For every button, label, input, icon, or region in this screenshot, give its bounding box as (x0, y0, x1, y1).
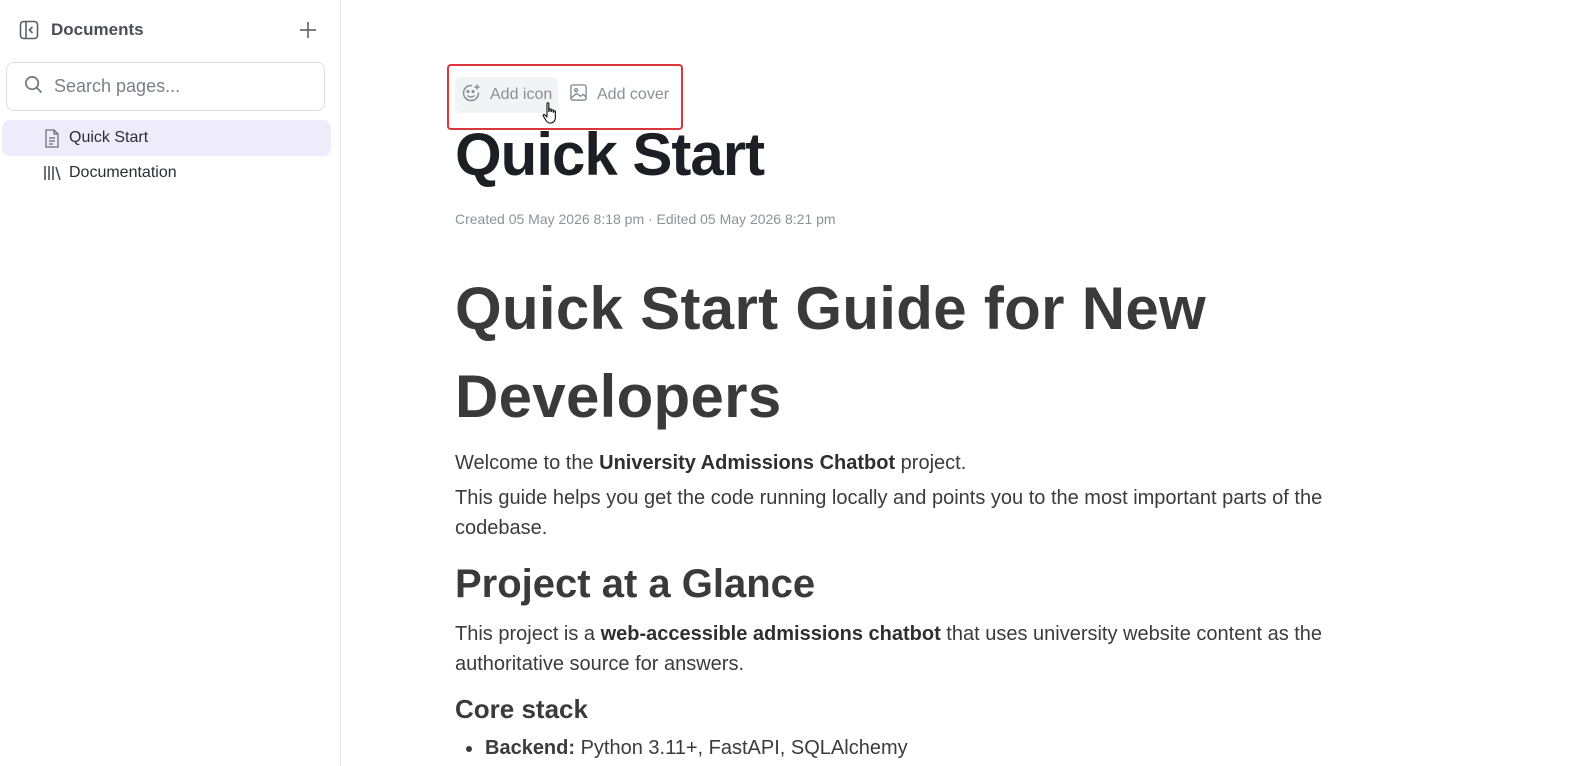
heading-3: Core stack (455, 694, 588, 724)
paragraph-welcome: Welcome to the University Admissions Cha… (455, 448, 1405, 478)
list-item-label: Backend: (485, 737, 576, 759)
image-icon (569, 83, 588, 107)
document-icon (42, 128, 62, 148)
library-icon (42, 163, 62, 183)
main-content: Add icon Add cover Quick Start Created 0… (341, 0, 1575, 766)
paragraph-glance: This project is a web-accessible admissi… (455, 619, 1405, 679)
page-meta: Created 05 May 2026 8:18 pm · Edited 05 … (455, 211, 836, 227)
search-box[interactable] (6, 62, 325, 111)
sidebar-item-quick-start[interactable]: Quick Start (2, 120, 331, 156)
smiley-plus-icon (461, 83, 481, 108)
text: project. (895, 452, 967, 474)
add-icon-label: Add icon (490, 86, 553, 103)
document-body[interactable]: Quick Start Guide for New Developers Wel… (455, 265, 1405, 763)
paragraph-guide: This guide helps you get the code runnin… (455, 487, 1323, 539)
text: Welcome to the (455, 452, 600, 474)
search-icon (24, 75, 43, 99)
add-icon-button[interactable]: Add icon (455, 77, 559, 113)
sidebar-item-label: Documentation (69, 164, 177, 181)
sidebar-header: Documents (18, 17, 320, 43)
sidebar: Documents Quick Start (0, 0, 341, 766)
bold-text: web-accessible admissions chatbot (600, 623, 941, 645)
sidebar-item-label: Quick Start (69, 129, 149, 146)
heading-1: Quick Start Guide for New Developers (455, 275, 1206, 430)
sidebar-title: Documents (51, 20, 144, 39)
text: This project is a (455, 623, 601, 645)
list-item-value: Python 3.11+, FastAPI, SQLAlchemy (575, 737, 908, 759)
list-item: Backend: Python 3.11+, FastAPI, SQLAlche… (466, 733, 1405, 763)
stack-list: Backend: Python 3.11+, FastAPI, SQLAlche… (455, 733, 1405, 763)
add-page-icon[interactable] (296, 18, 320, 42)
collapse-sidebar-icon[interactable] (18, 19, 40, 41)
heading-2: Project at a Glance (455, 562, 816, 606)
page-title[interactable]: Quick Start (455, 120, 765, 189)
sidebar-item-documentation[interactable]: Documentation (2, 155, 331, 191)
add-cover-label: Add cover (597, 86, 670, 103)
search-input[interactable] (54, 76, 304, 97)
bold-text: University Admissions Chatbot (599, 452, 896, 474)
add-cover-button[interactable]: Add cover (563, 77, 675, 113)
